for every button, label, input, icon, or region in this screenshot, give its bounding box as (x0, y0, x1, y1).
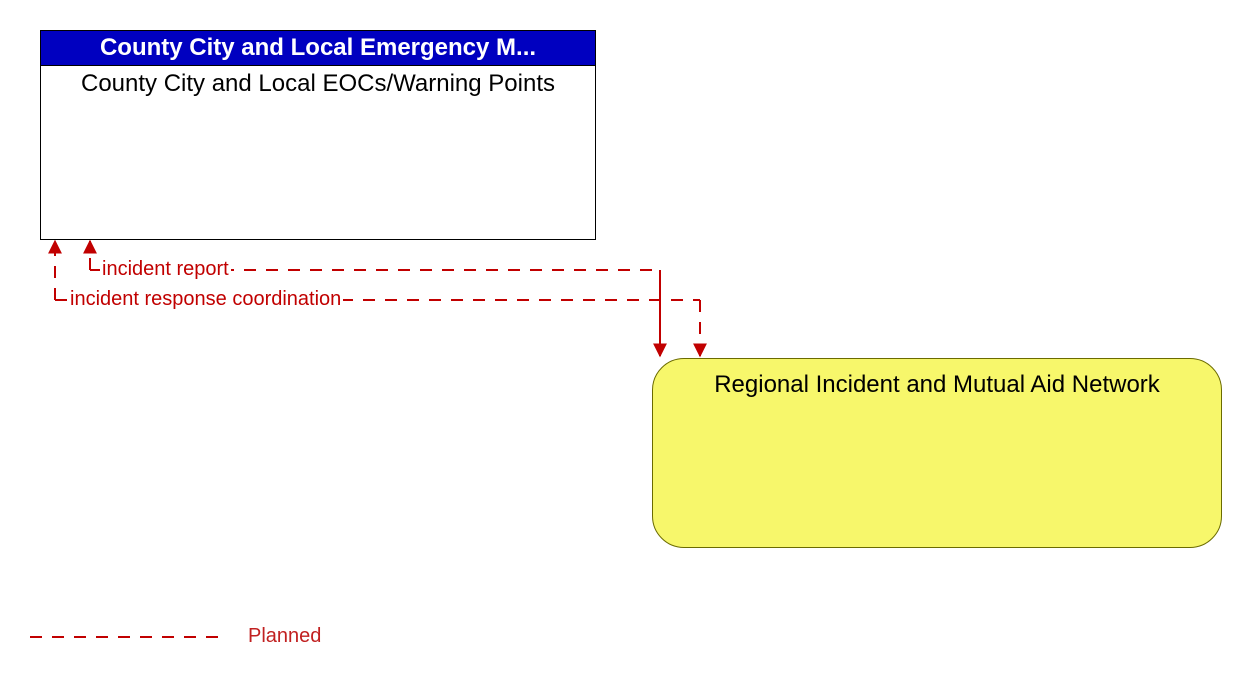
legend-planned-label: Planned (248, 625, 321, 648)
flow-label-incident-response-coordination: incident response coordination (68, 288, 343, 311)
regional-box-text: Regional Incident and Mutual Aid Network (714, 371, 1160, 398)
regional-box: Regional Incident and Mutual Aid Network (652, 358, 1222, 548)
eoc-body-text: County City and Local EOCs/Warning Point… (81, 70, 555, 97)
flow-label-incident-report: incident report (100, 258, 231, 281)
eoc-body: County City and Local EOCs/Warning Point… (40, 65, 596, 240)
eoc-header: County City and Local Emergency M... (40, 30, 596, 66)
